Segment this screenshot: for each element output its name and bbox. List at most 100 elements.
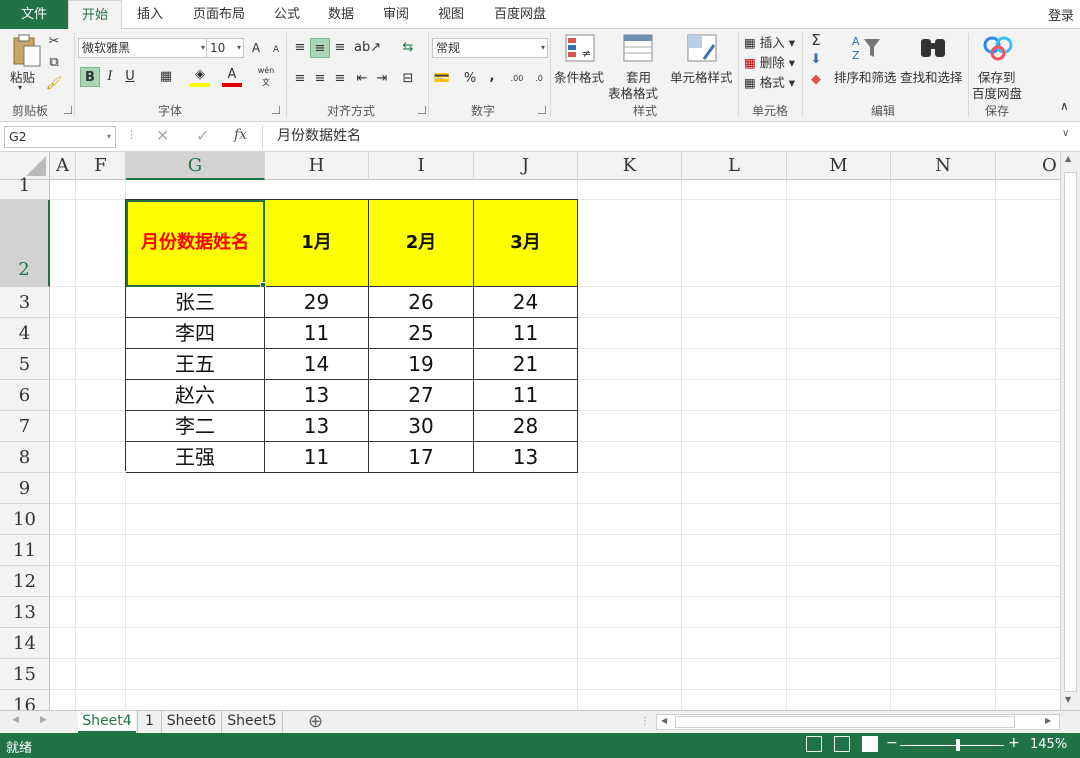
format-as-table-icon[interactable] (622, 33, 656, 65)
tab-review[interactable]: 审阅 (374, 0, 418, 29)
row-header[interactable]: 5 (0, 349, 50, 380)
increase-indent-icon[interactable]: ⇥ (372, 69, 392, 89)
column-header[interactable]: H (265, 152, 369, 180)
align-right-icon[interactable]: ≡ (330, 69, 350, 89)
font-launcher-icon[interactable] (272, 106, 280, 114)
paste-button[interactable]: 粘贴 (10, 67, 35, 86)
table-cell[interactable]: 24 (474, 287, 578, 318)
scroll-left-icon[interactable]: ◀ (661, 716, 667, 725)
table-cell[interactable]: 赵六 (126, 380, 265, 411)
increase-decimal-button[interactable]: .00 (506, 69, 528, 89)
row-header[interactable]: 8 (0, 442, 50, 473)
prev-sheet-icon[interactable]: ◀ (12, 715, 19, 725)
row-header[interactable]: 3 (0, 287, 50, 318)
save-to-netdisk-line2[interactable]: 百度网盘 (972, 83, 1022, 102)
table-cell[interactable]: 21 (474, 349, 578, 380)
name-box[interactable]: G2 ▾ (4, 126, 116, 148)
row-header[interactable]: 6 (0, 380, 50, 411)
table-header-cell[interactable]: 3月 (474, 200, 578, 287)
conditional-formatting-button[interactable]: 条件格式 (554, 67, 604, 86)
table-cell[interactable]: 张三 (126, 287, 265, 318)
tab-data[interactable]: 数据 (318, 0, 364, 29)
fill-icon[interactable]: ⬇ (806, 50, 826, 70)
table-cell[interactable]: 14 (265, 349, 369, 380)
scroll-right-icon[interactable]: ▶ (1045, 716, 1051, 725)
column-header[interactable]: L (682, 152, 787, 180)
underline-button[interactable]: U (120, 67, 140, 87)
row-header-selected[interactable]: 2 (0, 200, 50, 287)
format-cells-button[interactable]: ▦ 格式 ▾ (744, 72, 795, 91)
table-header-cell[interactable]: 1月 (265, 200, 369, 287)
table-cell[interactable]: 王五 (126, 349, 265, 380)
table-cell[interactable]: 11 (474, 318, 578, 349)
copy-icon[interactable]: ⧉ (44, 53, 64, 73)
table-cell[interactable]: 13 (474, 442, 578, 473)
sort-filter-button[interactable]: 排序和筛选 (834, 67, 897, 86)
row-header[interactable]: 14 (0, 628, 50, 659)
scroll-thumb[interactable] (1064, 172, 1077, 692)
table-cell[interactable]: 30 (369, 411, 474, 442)
table-cell[interactable]: 26 (369, 287, 474, 318)
align-middle-icon[interactable]: ≡ (310, 38, 330, 58)
formula-input[interactable]: 月份数据姓名 (262, 126, 1072, 148)
number-launcher-icon[interactable] (538, 106, 546, 114)
decrease-decimal-button[interactable]: .0 (528, 69, 550, 89)
tab-file[interactable]: 文件 (0, 0, 68, 29)
chevron-down-icon[interactable]: ▾ (107, 127, 111, 147)
table-header-cell-selected[interactable]: 月份数据姓名 (126, 200, 265, 287)
scroll-up-icon[interactable]: ▲ (1065, 154, 1071, 163)
row-header[interactable]: 9 (0, 473, 50, 504)
enter-icon[interactable]: ✓ (196, 126, 209, 145)
merge-center-icon[interactable]: ⊟ (398, 69, 418, 89)
sheet-tab[interactable]: Sheet6 (161, 711, 221, 733)
add-sheet-button[interactable]: ⊕ (308, 711, 323, 733)
table-cell[interactable]: 11 (265, 318, 369, 349)
table-cell[interactable]: 17 (369, 442, 474, 473)
cancel-icon[interactable]: ✕ (156, 126, 169, 145)
column-header[interactable]: O (996, 152, 1060, 180)
row-header[interactable]: 11 (0, 535, 50, 566)
column-header[interactable]: K (578, 152, 682, 180)
table-cell[interactable]: 李二 (126, 411, 265, 442)
table-cell[interactable]: 11 (265, 442, 369, 473)
zoom-slider-track[interactable] (900, 745, 1004, 746)
clear-icon[interactable]: ◆ (806, 70, 826, 90)
font-color-icon[interactable]: A (222, 67, 242, 87)
table-header-cell[interactable]: 2月 (369, 200, 474, 287)
tab-insert[interactable]: 插入 (128, 0, 172, 29)
column-header-selected[interactable]: G (126, 152, 265, 180)
expand-formula-bar-icon[interactable]: ∨ (1062, 128, 1069, 139)
insert-function-button[interactable]: fx (234, 127, 247, 143)
table-cell[interactable]: 27 (369, 380, 474, 411)
sort-filter-icon[interactable]: AZ (850, 33, 884, 63)
baidu-netdisk-icon[interactable] (982, 33, 1014, 61)
table-cell[interactable]: 王强 (126, 442, 265, 473)
percent-button[interactable]: % (460, 69, 480, 89)
table-cell[interactable]: 11 (474, 380, 578, 411)
table-cell[interactable]: 28 (474, 411, 578, 442)
table-cell[interactable]: 13 (265, 411, 369, 442)
decrease-indent-icon[interactable]: ⇤ (352, 69, 372, 89)
accounting-format-icon[interactable]: 💳 (432, 69, 452, 89)
fill-color-icon[interactable]: ◈ (190, 67, 210, 87)
font-name-select[interactable]: 微软雅黑 ▾ (78, 38, 208, 58)
align-left-icon[interactable]: ≡ (290, 69, 310, 89)
zoom-out-button[interactable]: − (886, 735, 898, 751)
alignment-launcher-icon[interactable] (418, 106, 426, 114)
align-bottom-icon[interactable]: ≡ (330, 38, 350, 58)
format-painter-icon[interactable]: 🖌 (44, 74, 64, 94)
table-cell[interactable]: 29 (265, 287, 369, 318)
clipboard-launcher-icon[interactable] (64, 106, 72, 114)
insert-cells-button[interactable]: ▦ 插入 ▾ (744, 32, 795, 51)
row-header[interactable]: 12 (0, 566, 50, 597)
sheet-tab[interactable]: 1 (137, 711, 161, 733)
login-link[interactable]: 登录 (1048, 5, 1074, 24)
tab-page-layout[interactable]: 页面布局 (180, 0, 258, 29)
autosum-icon[interactable]: Σ (806, 30, 826, 50)
tab-baidu-netdisk[interactable]: 百度网盘 (484, 0, 556, 29)
row-header[interactable]: 7 (0, 411, 50, 442)
zoom-level[interactable]: 145% (1030, 737, 1067, 752)
collapse-ribbon-icon[interactable]: ∧ (1060, 99, 1069, 113)
cut-icon[interactable]: ✂ (44, 32, 64, 52)
comma-style-button[interactable]: , (482, 67, 502, 87)
